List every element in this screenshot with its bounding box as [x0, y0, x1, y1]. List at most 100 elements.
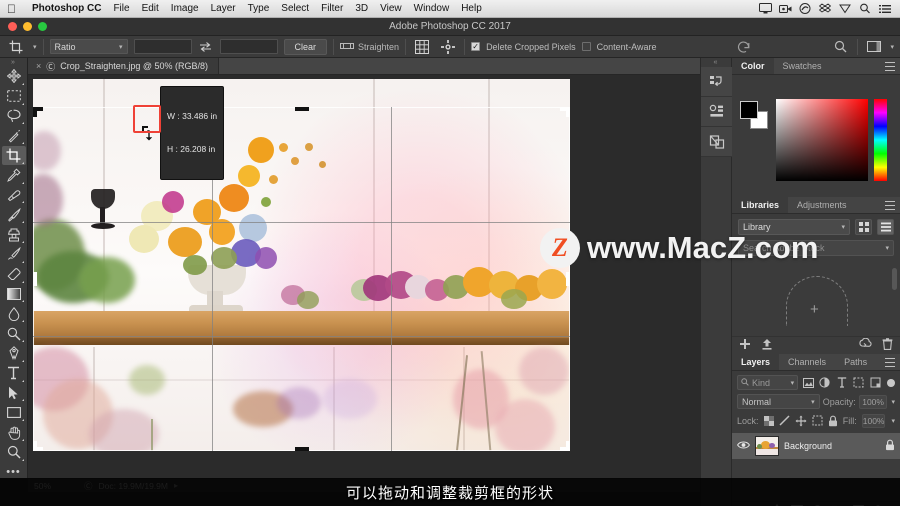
menu-help[interactable]: Help	[455, 3, 488, 14]
menu-layer[interactable]: Layer	[205, 3, 242, 14]
menu-file[interactable]: File	[107, 3, 135, 14]
panel-menu-icon[interactable]	[885, 62, 895, 71]
zoom-button[interactable]	[38, 22, 47, 31]
crop-width-input[interactable]	[133, 39, 192, 54]
library-search-input[interactable]: Search Adobe Stock ▾	[738, 240, 894, 256]
search-icon[interactable]	[831, 38, 851, 56]
minimize-button[interactable]	[23, 22, 32, 31]
crop-overlay-grid-icon[interactable]	[412, 38, 432, 56]
upload-icon[interactable]	[761, 338, 773, 353]
menu-select[interactable]: Select	[275, 3, 315, 14]
filter-pixel-icon[interactable]	[801, 375, 815, 390]
table-row[interactable]: Background	[732, 433, 900, 459]
lock-icon[interactable]	[885, 439, 895, 454]
filter-smart-object-icon[interactable]	[868, 375, 882, 390]
fill-slider-caret-icon[interactable]: ▾	[891, 417, 895, 425]
rectangle-tool[interactable]	[2, 403, 26, 422]
color-field[interactable]	[776, 99, 868, 181]
library-select[interactable]: Library ▾	[738, 219, 850, 235]
crop-tool-icon[interactable]	[6, 38, 26, 56]
trash-icon[interactable]	[882, 338, 893, 353]
filter-adjustment-icon[interactable]	[818, 375, 832, 390]
dropbox-icon[interactable]	[817, 2, 833, 16]
eraser-tool[interactable]	[2, 265, 26, 284]
tab-layers[interactable]: Layers	[732, 354, 780, 370]
path-selection-tool[interactable]	[2, 384, 26, 403]
crop-handle-bottom-left-b[interactable]	[33, 441, 37, 451]
tab-libraries[interactable]: Libraries	[732, 197, 789, 213]
opacity-slider-caret-icon[interactable]: ▾	[891, 398, 895, 406]
crop-handle-bottom-center[interactable]	[294, 447, 309, 451]
add-library-item-icon[interactable]	[739, 338, 751, 353]
layer-name[interactable]: Background	[784, 441, 880, 451]
edit-toolbar-button[interactable]: •••	[6, 466, 21, 478]
pen-tool[interactable]	[2, 344, 26, 363]
creative-cloud-icon[interactable]	[797, 2, 813, 16]
eye-icon[interactable]	[737, 440, 750, 453]
crop-handle-top-right-b[interactable]	[566, 107, 570, 117]
lock-all-icon[interactable]	[828, 413, 838, 428]
grid-view-icon[interactable]	[855, 219, 872, 235]
history-panel-icon[interactable]	[701, 67, 733, 97]
search-icon[interactable]	[857, 2, 873, 16]
content-aware-checkbox[interactable]	[581, 42, 591, 51]
type-tool[interactable]	[2, 364, 26, 383]
tab-color[interactable]: Color	[732, 58, 774, 74]
library-scrollbar[interactable]	[892, 268, 897, 290]
filter-toggle-icon[interactable]	[887, 378, 895, 387]
tab-adjustments[interactable]: Adjustments	[788, 197, 856, 213]
menu-app-name[interactable]: Photoshop CC	[26, 3, 107, 14]
fill-field[interactable]: 100%	[861, 413, 886, 428]
blur-tool[interactable]	[2, 304, 26, 323]
apple-icon[interactable]: 	[7, 3, 16, 15]
list-icon[interactable]	[877, 2, 893, 16]
crop-tool-preset-caret-icon[interactable]: ▾	[33, 43, 37, 51]
close-button[interactable]	[8, 22, 17, 31]
screen-record-icon[interactable]	[777, 2, 793, 16]
lock-image-pixels-icon[interactable]	[779, 413, 790, 428]
crop-handle-left-center[interactable]	[33, 272, 37, 286]
add-content-icon[interactable]: +	[810, 302, 819, 317]
lock-transparent-pixels-icon[interactable]	[763, 413, 774, 428]
display-icon[interactable]	[757, 2, 773, 16]
eyedropper-tool[interactable]	[2, 166, 26, 185]
hand-tool[interactable]	[2, 423, 26, 442]
sync-icon[interactable]	[859, 337, 872, 353]
crop-handle-top-center[interactable]	[294, 107, 309, 111]
close-tab-icon[interactable]: ×	[36, 61, 41, 71]
foreground-color-swatch[interactable]	[740, 101, 758, 119]
delete-cropped-pixels-checkbox[interactable]: ✓	[471, 42, 481, 51]
blend-mode-select[interactable]: Normal ▾	[737, 394, 820, 409]
layer-thumbnail[interactable]	[755, 436, 779, 456]
menu-filter[interactable]: Filter	[315, 3, 349, 14]
shield-icon[interactable]	[837, 2, 853, 16]
layer-filter-kind-select[interactable]: Kind ▾	[737, 375, 799, 390]
lock-position-icon[interactable]	[795, 413, 807, 428]
opacity-field[interactable]: 100%	[858, 394, 888, 409]
dodge-tool[interactable]	[2, 324, 26, 343]
crop-handle-top-left-b[interactable]	[33, 107, 37, 117]
swap-dimensions-icon[interactable]	[198, 39, 214, 55]
lock-artboard-icon[interactable]	[812, 413, 823, 428]
straighten-button[interactable]: Straighten	[340, 41, 399, 53]
filter-shape-icon[interactable]	[852, 375, 866, 390]
menu-window[interactable]: Window	[408, 3, 456, 14]
menu-type[interactable]: Type	[242, 3, 276, 14]
crop-handle-bottom-right-b[interactable]	[566, 441, 570, 451]
reset-icon[interactable]	[734, 38, 754, 56]
menu-view[interactable]: View	[374, 3, 408, 14]
workspace-caret-icon[interactable]: ▾	[891, 43, 895, 51]
crop-frame[interactable]	[33, 107, 570, 451]
panel-menu-icon[interactable]	[885, 201, 895, 210]
dock-grip[interactable]: «	[701, 58, 731, 67]
quick-selection-tool[interactable]	[2, 126, 26, 145]
move-tool[interactable]	[2, 67, 26, 86]
panel-menu-icon[interactable]	[885, 358, 895, 367]
hue-slider[interactable]	[874, 99, 887, 181]
menu-image[interactable]: Image	[165, 3, 205, 14]
chevron-down-icon[interactable]: ▾	[885, 244, 889, 252]
workspace-icon[interactable]	[864, 38, 884, 56]
actions-panel-icon[interactable]	[701, 97, 733, 127]
clone-stamp-tool[interactable]	[2, 225, 26, 244]
list-view-icon[interactable]	[877, 219, 894, 235]
